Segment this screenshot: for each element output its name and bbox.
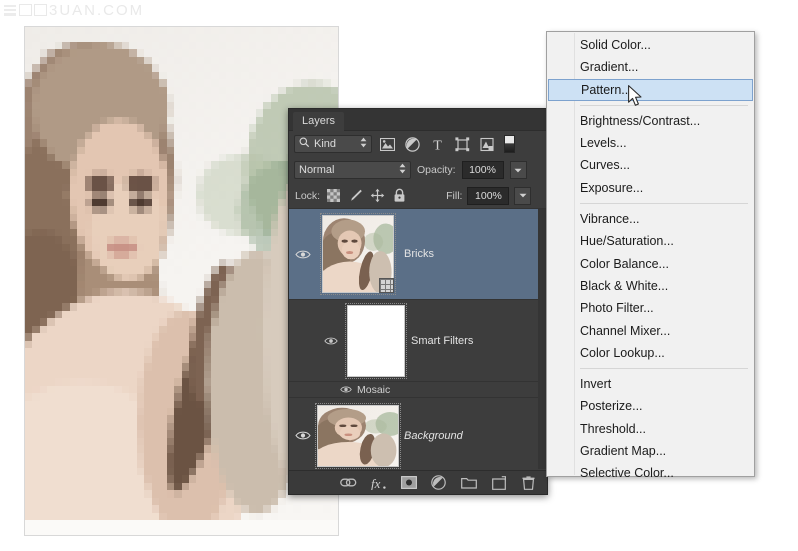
search-icon <box>299 137 310 151</box>
layer-thumbnail[interactable] <box>316 405 400 467</box>
type-layer-filter-icon[interactable]: T <box>427 135 447 154</box>
photoshop-screen: 3UAN.COM Layers Kind <box>0 0 798 551</box>
layer-filter-row: Kind T <box>289 131 547 157</box>
opacity-label: Opacity: <box>417 164 456 176</box>
menu-item-selective-color[interactable]: Selective Color... <box>547 462 754 484</box>
site-watermark: 3UAN.COM <box>4 2 144 19</box>
new-fill-adjustment-layer-menu: Solid Color...Gradient...Pattern... Brigh… <box>546 31 755 477</box>
layer-visibility-toggle[interactable] <box>289 430 316 441</box>
menu-separator <box>580 105 748 106</box>
svg-text:T: T <box>433 139 442 152</box>
menu-item-color-lookup[interactable]: Color Lookup... <box>547 342 754 364</box>
menu-item-posterize[interactable]: Posterize... <box>547 395 754 417</box>
add-layer-mask-icon[interactable] <box>400 474 417 491</box>
menu-item-gradient[interactable]: Gradient... <box>547 56 754 78</box>
lock-position-icon[interactable] <box>369 187 386 204</box>
menu-item-invert[interactable]: Invert <box>547 373 754 395</box>
blend-mode-value: Normal <box>299 164 399 176</box>
layer-name[interactable]: Background <box>400 430 463 442</box>
fill-input[interactable]: 100% <box>467 187 509 205</box>
list-item[interactable]: Mosaic <box>289 382 547 398</box>
layer-name[interactable]: Smart Filters <box>407 335 473 347</box>
lock-transparency-icon[interactable] <box>325 187 342 204</box>
menu-item-exposure[interactable]: Exposure... <box>547 177 754 199</box>
fill-label: Fill: <box>446 190 462 202</box>
new-layer-icon[interactable] <box>490 474 507 491</box>
pixel-layer-filter-icon[interactable] <box>377 135 397 154</box>
new-adjustment-layer-icon[interactable] <box>430 474 447 491</box>
menu-separator <box>580 203 748 204</box>
smart-filters-mask-thumbnail[interactable] <box>344 305 407 377</box>
menu-item-hue-saturation[interactable]: Hue/Saturation... <box>547 230 754 252</box>
menu-item-pattern[interactable]: Pattern... <box>548 79 753 101</box>
filter-toggle-switch[interactable] <box>504 135 515 153</box>
menu-item-curves[interactable]: Curves... <box>547 154 754 176</box>
menu-item-channel-mixer[interactable]: Channel Mixer... <box>547 320 754 342</box>
lock-label: Lock: <box>295 190 320 202</box>
mosaic-filter-visibility-toggle[interactable] <box>289 385 357 394</box>
chevron-updown-icon <box>360 137 367 151</box>
layers-panel-footer: fx <box>289 470 547 494</box>
menu-item-levels[interactable]: Levels... <box>547 132 754 154</box>
link-layers-icon[interactable] <box>340 474 357 491</box>
filter-kind-select[interactable]: Kind <box>294 135 372 153</box>
mouse-cursor-icon <box>628 85 644 113</box>
svg-text:fx: fx <box>371 476 381 490</box>
opacity-input[interactable]: 100% <box>462 161 504 179</box>
tab-layers[interactable]: Layers <box>293 112 344 131</box>
layer-name[interactable]: Bricks <box>400 248 434 260</box>
smart-filters-visibility-toggle[interactable] <box>289 336 344 346</box>
fill-dropdown-arrow[interactable] <box>514 187 531 205</box>
menu-item-vibrance[interactable]: Vibrance... <box>547 208 754 230</box>
add-layer-style-fx-icon[interactable]: fx <box>370 474 387 491</box>
lock-row: Lock: Fill: 100% <box>289 183 547 209</box>
smart-object-badge-icon <box>379 278 394 293</box>
menu-item-color-balance[interactable]: Color Balance... <box>547 253 754 275</box>
menu-item-photo-filter[interactable]: Photo Filter... <box>547 297 754 319</box>
menu-item-solid-color[interactable]: Solid Color... <box>547 34 754 56</box>
delete-layer-icon[interactable] <box>520 474 537 491</box>
lock-all-icon[interactable] <box>391 187 408 204</box>
menu-item-gradient-map[interactable]: Gradient Map... <box>547 440 754 462</box>
adjustment-layer-filter-icon[interactable] <box>402 135 422 154</box>
smart-object-filter-icon[interactable] <box>477 135 497 154</box>
watermark-text: 3UAN.COM <box>49 2 144 19</box>
menu-item-threshold[interactable]: Threshold... <box>547 418 754 440</box>
panel-tab-bar: Layers <box>289 109 547 131</box>
lock-image-pixels-icon[interactable] <box>347 187 364 204</box>
layer-visibility-toggle[interactable] <box>289 249 316 260</box>
layers-panel: Layers Kind <box>288 108 548 495</box>
table-row[interactable]: Smart Filters <box>289 300 547 382</box>
menu-item-list: Solid Color...Gradient...Pattern... Brigh… <box>547 34 754 485</box>
shape-layer-filter-icon[interactable] <box>452 135 472 154</box>
menu-item-black-white[interactable]: Black & White... <box>547 275 754 297</box>
blend-mode-row: Normal Opacity: 100% <box>289 157 547 183</box>
chevron-updown-icon <box>399 163 406 177</box>
table-row[interactable]: Bricks <box>289 209 547 300</box>
menu-item-brightness-contrast[interactable]: Brightness/Contrast... <box>547 110 754 132</box>
menu-separator <box>580 368 748 369</box>
new-group-icon[interactable] <box>460 474 477 491</box>
filter-kind-label: Kind <box>314 138 356 150</box>
opacity-dropdown-arrow[interactable] <box>510 161 527 179</box>
smart-filter-name[interactable]: Mosaic <box>357 384 390 396</box>
layer-thumbnail[interactable] <box>316 215 400 293</box>
table-row[interactable]: Background <box>289 398 547 474</box>
layer-list: Bricks Smart Filters <box>289 209 547 476</box>
blend-mode-select[interactable]: Normal <box>294 161 411 179</box>
